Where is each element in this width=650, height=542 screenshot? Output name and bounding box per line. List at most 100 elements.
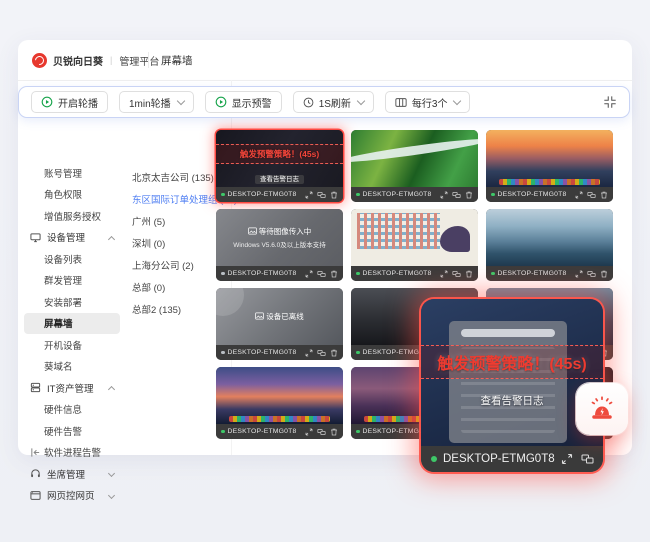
tile-device-bar: DESKTOP-ETMG0T8 (216, 345, 343, 360)
trash-icon[interactable] (330, 428, 338, 436)
sidebar-item-硬件告警[interactable]: 硬件告警 (18, 420, 126, 442)
view-alert-log-link[interactable]: 查看告警日志 (216, 168, 343, 186)
device-name: DESKTOP-ETMG0T8 (228, 428, 303, 435)
sidebar-item-群发管理[interactable]: 群发管理 (18, 270, 126, 292)
online-status-dot (356, 351, 360, 355)
show-alerts-button[interactable]: 显示预警 (205, 91, 282, 113)
screen-tile-7[interactable]: 设备已离线DESKTOP-ETMG0T8 (216, 288, 343, 360)
device-name: DESKTOP-ETMG0T8 (498, 191, 573, 198)
switch-screen-icon[interactable] (317, 191, 326, 199)
screen-tile-2[interactable]: DESKTOP-ETMG0T8 (351, 130, 478, 202)
sidebar-item-1[interactable]: 角色权限 (18, 184, 126, 206)
sidebar-item-硬件信息[interactable]: 硬件信息 (18, 399, 126, 421)
image-icon (255, 312, 264, 320)
sidebar-item-2[interactable]: 增值服务授权 (18, 205, 126, 227)
sidebar-item-屏幕墙[interactable]: 屏幕墙 (24, 313, 120, 335)
expand-icon[interactable] (440, 270, 448, 278)
tile-device-bar: DESKTOP-ETMG0T8 (486, 266, 613, 281)
sidebar-collapse-icon[interactable] (30, 444, 41, 449)
sidebar-item-label: 增值服务授权 (44, 209, 101, 223)
per-row-select[interactable]: 每行3个 (385, 91, 471, 113)
expand-icon[interactable] (575, 270, 583, 278)
device-name: DESKTOP-ETMG0T8 (498, 270, 573, 277)
device-name: DESKTOP-ETMG0T8 (363, 191, 438, 198)
switch-screen-icon[interactable] (452, 270, 461, 278)
sidebar-item-安装部署[interactable]: 安装部署 (18, 291, 126, 313)
sidebar-section-1[interactable]: IT资产管理 (18, 377, 126, 399)
device-name: DESKTOP-ETMG0T8 (228, 191, 303, 198)
trash-icon[interactable] (600, 191, 608, 199)
screen-tile-3[interactable]: DESKTOP-ETMG0T8 (486, 130, 613, 202)
sidebar-section-label: IT资产管理 (47, 381, 93, 395)
trash-icon[interactable] (600, 270, 608, 278)
switch-screen-icon[interactable] (587, 270, 596, 278)
tile-actions (305, 349, 338, 357)
headset-icon (30, 468, 41, 479)
trash-icon[interactable] (602, 453, 603, 465)
switch-screen-icon[interactable] (317, 349, 326, 357)
trash-icon[interactable] (330, 349, 338, 357)
expand-icon[interactable] (561, 453, 573, 465)
alarm-siren-badge[interactable] (576, 383, 628, 435)
screen-tile-6[interactable]: DESKTOP-ETMG0T8 (486, 209, 613, 281)
image-icon (248, 227, 257, 235)
screen-thumbnail (486, 209, 613, 266)
brand-suffix: 管理平台 (119, 53, 159, 68)
view-alert-log-label: 查看告警日志 (481, 395, 544, 407)
online-status-dot (356, 430, 360, 434)
trash-icon[interactable] (330, 191, 338, 199)
screen-tile-1[interactable]: 触发预警策略！(45s)查看告警日志DESKTOP-ETMG0T8 (216, 130, 343, 202)
exit-fullscreen-icon[interactable] (603, 95, 617, 109)
tile-actions (575, 270, 608, 278)
trash-icon[interactable] (465, 270, 473, 278)
trash-icon[interactable] (330, 270, 338, 278)
switch-screen-icon[interactable] (587, 191, 596, 199)
layout-grid-icon (395, 97, 407, 108)
expand-icon[interactable] (305, 349, 313, 357)
device-name: DESKTOP-ETMG0T8 (443, 453, 555, 465)
screen-tile-4[interactable]: 等待图像传入中Windows V5.6.0及以上版本支持DESKTOP-ETMG… (216, 209, 343, 281)
carousel-interval-select[interactable]: 1min轮播 (119, 91, 194, 113)
sunlogin-logo-icon (32, 53, 47, 68)
trash-icon[interactable] (465, 191, 473, 199)
sidebar-item-label: 屏幕墙 (44, 316, 73, 330)
group-item-label: 总部 (0) (132, 280, 165, 294)
search-pill (461, 329, 555, 337)
sidebar-item-label: 角色权限 (44, 187, 82, 201)
start-carousel-label: 开启轮播 (58, 95, 98, 110)
sidebar-item-0[interactable]: 账号管理 (18, 162, 126, 184)
sidebar-section-2[interactable]: 坐席管理 (18, 463, 126, 485)
sidebar-item-label: 账号管理 (44, 166, 82, 180)
expand-icon[interactable] (440, 191, 448, 199)
start-carousel-button[interactable]: 开启轮播 (31, 91, 108, 113)
tile-device-bar: DESKTOP-ETMG0T8 (351, 187, 478, 202)
expand-icon[interactable] (575, 191, 583, 199)
sidebar-section-0[interactable]: 设备管理 (18, 227, 126, 249)
group-item-label: 上海分公司 (2) (132, 258, 194, 272)
sidebar-section-label: 网页控网页 (47, 488, 95, 502)
switch-screen-icon[interactable] (317, 270, 326, 278)
alert-popup[interactable]: 触发预警策略！(45s) 查看告警日志 DESKTOP-ETMG0T8 (421, 299, 603, 472)
sidebar-item-label: 硬件告警 (44, 424, 82, 438)
tile-device-bar: DESKTOP-ETMG0T8 (216, 266, 343, 281)
online-status-dot (221, 430, 225, 434)
switch-screen-icon[interactable] (317, 428, 326, 436)
sidebar-item-设备列表[interactable]: 设备列表 (18, 248, 126, 270)
sidebar-item-葵域名[interactable]: 葵域名 (18, 356, 126, 378)
screen-tile-10[interactable]: DESKTOP-ETMG0T8 (216, 367, 343, 439)
sidebar-item-开机设备[interactable]: 开机设备 (18, 334, 126, 356)
switch-screen-icon[interactable] (581, 453, 594, 465)
chevron-down-icon (176, 96, 184, 104)
device-name: DESKTOP-ETMG0T8 (363, 270, 438, 277)
expand-icon[interactable] (305, 191, 313, 199)
refresh-rate-select[interactable]: 1S刷新 (293, 91, 374, 113)
play-circle-icon (41, 96, 53, 108)
screen-tile-5[interactable]: DESKTOP-ETMG0T8 (351, 209, 478, 281)
expand-icon[interactable] (305, 428, 313, 436)
sidebar-section-3[interactable]: 网页控网页 (18, 485, 126, 507)
start-menu-panel (449, 321, 567, 443)
expand-icon[interactable] (305, 270, 313, 278)
switch-screen-icon[interactable] (452, 191, 461, 199)
brand: 贝锐向日葵 | 管理平台 (18, 53, 140, 68)
brand-name: 贝锐向日葵 (53, 53, 103, 68)
